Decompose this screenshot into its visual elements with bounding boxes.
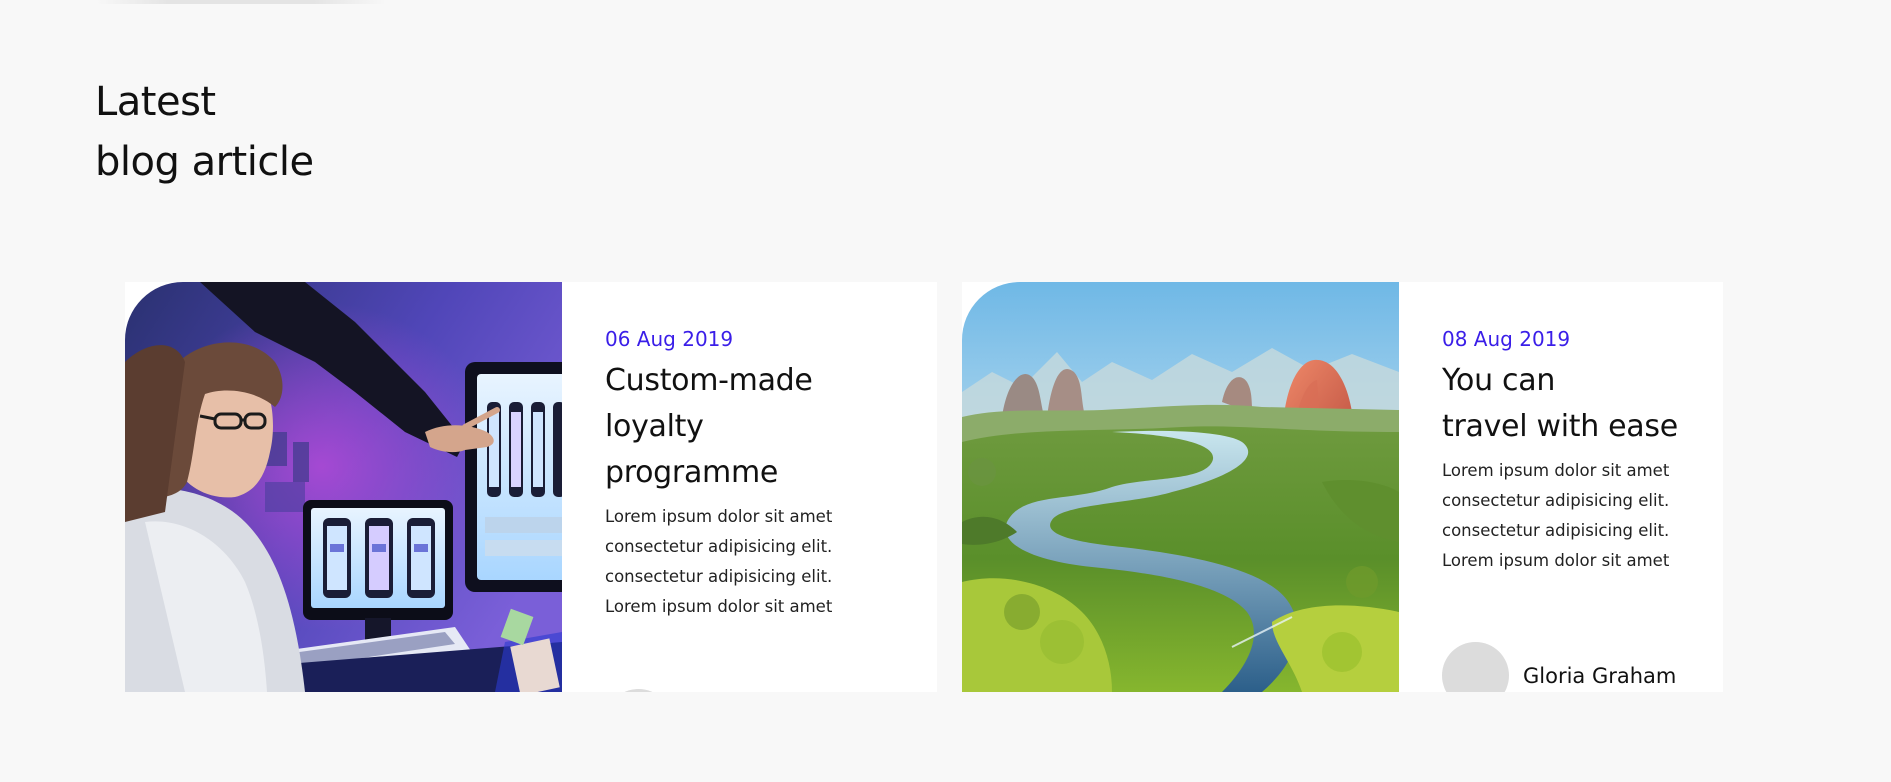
excerpt-line: consectetur adipisicing elit. — [1442, 521, 1670, 540]
blog-card-1-title-line[interactable]: Custom-made — [605, 358, 937, 404]
blog-card-2-excerpt: Lorem ipsum dolor sit amet consectetur a… — [1442, 456, 1723, 576]
section-title-line-2: blog article — [95, 139, 314, 185]
blog-card-2-image[interactable] — [962, 282, 1399, 692]
blog-card-2-body: 08 Aug 2019 You can travel with ease Lor… — [1399, 282, 1723, 692]
excerpt-line: Lorem ipsum dolor sit amet — [605, 597, 833, 616]
blog-card-2-date: 08 Aug 2019 — [1442, 327, 1571, 351]
avatar — [1442, 642, 1509, 692]
blog-card-1-excerpt: Lorem ipsum dolor sit amet consectetur a… — [605, 502, 937, 622]
section-title: Latest blog article — [95, 72, 314, 192]
blog-card-1-author — [605, 689, 686, 692]
section-title-line-1: Latest — [95, 79, 216, 125]
blog-card-1-title-line[interactable]: loyalty — [605, 404, 937, 450]
blog-card-1-date: 06 Aug 2019 — [605, 327, 734, 351]
blog-card-1-title[interactable]: Custom-made loyalty programme — [605, 358, 937, 496]
avatar — [605, 689, 672, 692]
blog-card-2-title-line[interactable]: You can — [1442, 358, 1723, 404]
excerpt-line: consectetur adipisicing elit. — [605, 567, 833, 586]
office-photo-illustration — [125, 282, 562, 692]
blog-card-2-title[interactable]: You can travel with ease — [1442, 358, 1723, 450]
river-landscape-illustration — [962, 282, 1399, 692]
blog-card-2-author: Gloria Graham — [1442, 642, 1676, 692]
excerpt-line: Lorem ipsum dolor sit amet — [1442, 551, 1670, 570]
top-divider — [96, 0, 386, 4]
excerpt-line: Lorem ipsum dolor sit amet — [1442, 461, 1670, 480]
blog-card-1-title-line[interactable]: programme — [605, 450, 937, 496]
author-name: Gloria Graham — [1523, 663, 1677, 688]
excerpt-line: consectetur adipisicing elit. — [605, 537, 833, 556]
blog-card-1-body: 06 Aug 2019 Custom-made loyalty programm… — [562, 282, 937, 692]
blog-card-1[interactable]: 06 Aug 2019 Custom-made loyalty programm… — [125, 282, 937, 692]
blog-card-1-image[interactable] — [125, 282, 562, 692]
excerpt-line: Lorem ipsum dolor sit amet — [605, 507, 833, 526]
blog-card-2[interactable]: 08 Aug 2019 You can travel with ease Lor… — [962, 282, 1723, 692]
blog-card-2-title-line[interactable]: travel with ease — [1442, 404, 1723, 450]
excerpt-line: consectetur adipisicing elit. — [1442, 491, 1670, 510]
